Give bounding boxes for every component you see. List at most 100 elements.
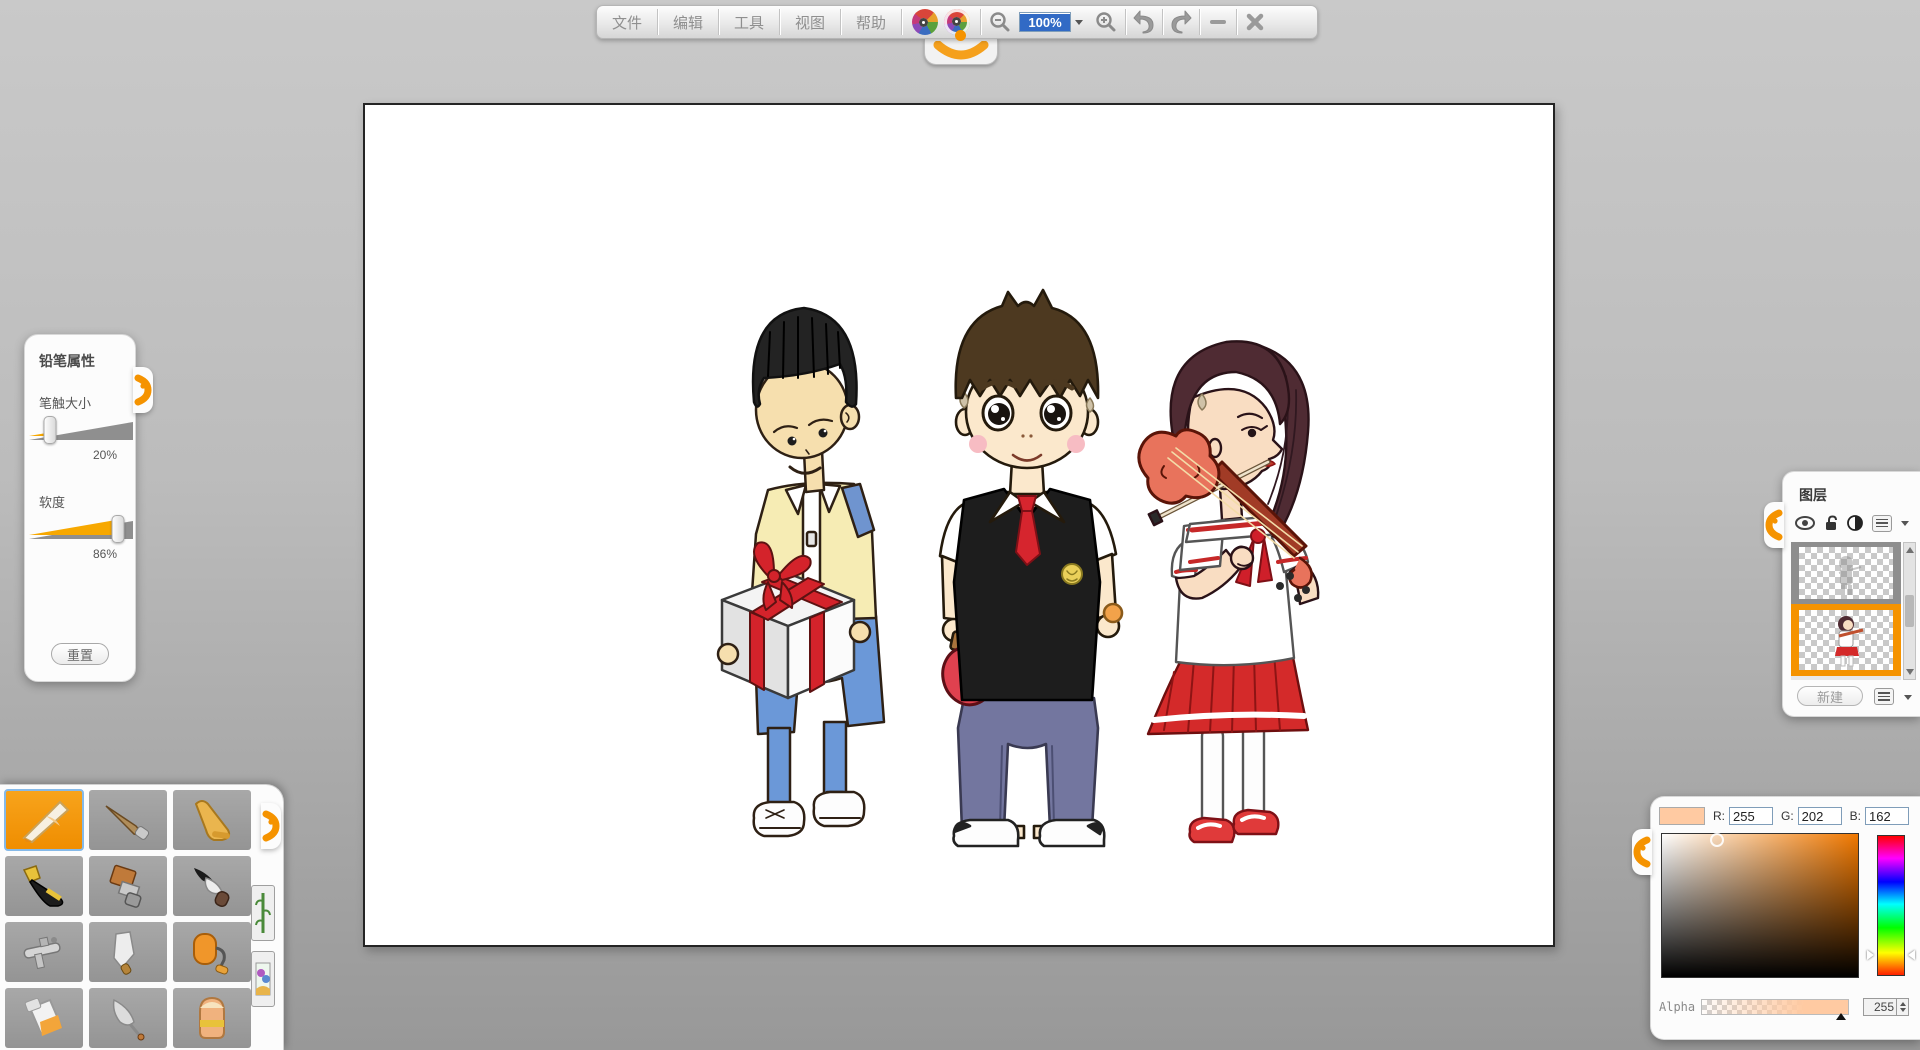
tool-paint-tube[interactable] — [5, 988, 83, 1048]
palette-knife-icon — [100, 928, 156, 976]
alpha-spinner[interactable]: 255 — [1863, 998, 1909, 1016]
tool-ink-brush[interactable] — [173, 856, 251, 916]
tool-palette-side-strip — [247, 785, 279, 1050]
layer-row-girl[interactable] — [1791, 604, 1901, 676]
green-label: G: — [1781, 809, 1794, 823]
layer-thumbnail-sketch — [1799, 547, 1893, 599]
clown-smile-tab[interactable] — [924, 38, 998, 65]
close-button[interactable] — [1237, 6, 1273, 38]
color-picker-panel: R: G: B: Alpha 255 — [1650, 796, 1920, 1040]
menu-edit[interactable]: 编辑 — [658, 6, 718, 38]
layer-menu-caret[interactable] — [1901, 521, 1909, 526]
pencil-panel-handle[interactable] — [133, 367, 153, 413]
red-label: R: — [1713, 809, 1725, 823]
hue-strip[interactable] — [1877, 835, 1905, 976]
red-value-field[interactable] — [1729, 807, 1773, 825]
minimize-button[interactable] — [1200, 6, 1236, 38]
zoom-level-value: 100% — [1020, 14, 1070, 31]
tool-airbrush[interactable] — [5, 922, 83, 982]
blue-label: B: — [1850, 809, 1861, 823]
redo-button[interactable] — [1163, 6, 1199, 38]
zoom-dropdown-caret[interactable] — [1075, 20, 1083, 25]
alpha-slider[interactable] — [1701, 999, 1849, 1015]
color-panel-handle[interactable] — [1632, 829, 1652, 875]
new-layer-button[interactable]: 新建 — [1797, 686, 1863, 706]
tool-dip-pen[interactable] — [89, 988, 167, 1048]
menu-help[interactable]: 帮助 — [841, 6, 901, 38]
tool-pencil[interactable] — [5, 790, 83, 850]
layers-options-button[interactable] — [1874, 688, 1894, 705]
tool-fountain-pen[interactable] — [5, 856, 83, 916]
layer-visibility-eye-icon[interactable] — [1795, 516, 1815, 530]
zoom-in-button[interactable] — [1087, 6, 1125, 38]
current-color-swatch — [1659, 807, 1705, 825]
tool-crayon[interactable] — [173, 790, 251, 850]
tool-flat-brush[interactable] — [89, 856, 167, 916]
zoom-out-icon — [988, 10, 1012, 34]
minimize-icon — [1210, 20, 1226, 24]
picture-stamps-button[interactable] — [251, 951, 275, 1007]
ink-brush-icon — [184, 862, 240, 910]
hue-marker-right[interactable] — [1908, 950, 1915, 960]
layer-opacity-icon[interactable] — [1847, 515, 1863, 531]
airbrush-icon — [16, 928, 72, 976]
undo-button[interactable] — [1126, 6, 1162, 38]
menu-view[interactable]: 视图 — [780, 6, 840, 38]
dip-pen-icon — [100, 994, 156, 1042]
tool-paint-roller[interactable] — [173, 922, 251, 982]
blue-value-field[interactable] — [1865, 807, 1909, 825]
scroll-up-arrow[interactable] — [1906, 547, 1914, 553]
drawing-canvas[interactable] — [363, 103, 1555, 947]
softness-slider[interactable] — [29, 515, 133, 545]
paint-roller-icon — [184, 928, 240, 976]
green-value-field[interactable] — [1798, 807, 1842, 825]
layer-menu-button[interactable] — [1872, 515, 1892, 532]
tool-palette-knife[interactable] — [89, 922, 167, 982]
layer-lock-icon[interactable] — [1824, 515, 1838, 531]
crayon-icon — [184, 796, 240, 844]
alpha-spin-arrows[interactable] — [1896, 999, 1908, 1015]
alpha-marker[interactable] — [1836, 1013, 1846, 1020]
layers-options-caret[interactable] — [1904, 695, 1912, 700]
close-icon — [1245, 12, 1265, 32]
zoom-out-button[interactable] — [981, 6, 1019, 38]
layers-panel-handle[interactable] — [1764, 502, 1784, 548]
zoom-level-field[interactable]: 100% — [1019, 12, 1071, 32]
color-selector-ring[interactable] — [1710, 833, 1724, 847]
menu-file[interactable]: 文件 — [597, 6, 657, 38]
undo-icon — [1131, 10, 1157, 34]
scrollbar-thumb[interactable] — [1905, 595, 1914, 627]
clown-smile-icon — [932, 41, 990, 61]
tool-eraser[interactable] — [173, 988, 251, 1048]
bamboo-stamps-button[interactable] — [251, 885, 275, 941]
softness-fill — [29, 519, 118, 541]
layer-list-scrollbar[interactable] — [1903, 542, 1916, 680]
brush-size-label: 笔触大小 — [39, 393, 135, 412]
tool-grid — [5, 790, 247, 1048]
brush-size-value: 20% — [25, 448, 117, 462]
panel-handle-icon — [262, 809, 280, 843]
softness-thumb[interactable] — [112, 515, 125, 543]
menu-tools[interactable]: 工具 — [719, 6, 779, 38]
paint-tube-icon — [16, 994, 72, 1042]
reset-button[interactable]: 重置 — [51, 643, 109, 665]
layer-list — [1791, 542, 1901, 680]
hue-marker-left[interactable] — [1867, 950, 1874, 960]
scroll-down-arrow[interactable] — [1906, 669, 1914, 675]
layer-row-sketch[interactable] — [1791, 542, 1901, 604]
flat-brush-icon — [100, 862, 156, 910]
panel-handle-icon — [1765, 508, 1783, 542]
brush-size-thumb[interactable] — [43, 416, 56, 444]
pencil-icon — [16, 796, 72, 844]
pencil-properties-panel: 铅笔属性 笔触大小 20% 软度 86% 重置 — [24, 334, 136, 682]
saturation-value-gradient[interactable] — [1661, 833, 1859, 978]
zoom-in-icon — [1094, 10, 1118, 34]
tool-palette-handle[interactable] — [261, 803, 281, 849]
pencil-panel-title: 铅笔属性 — [39, 351, 135, 371]
softness-value: 86% — [25, 547, 117, 561]
brush-size-slider[interactable] — [29, 416, 133, 446]
clown-eyes-buttons[interactable] — [902, 6, 980, 38]
clown-nose-icon — [955, 30, 966, 41]
bamboo-icon — [255, 891, 271, 935]
tool-wood-pencil[interactable] — [89, 790, 167, 850]
